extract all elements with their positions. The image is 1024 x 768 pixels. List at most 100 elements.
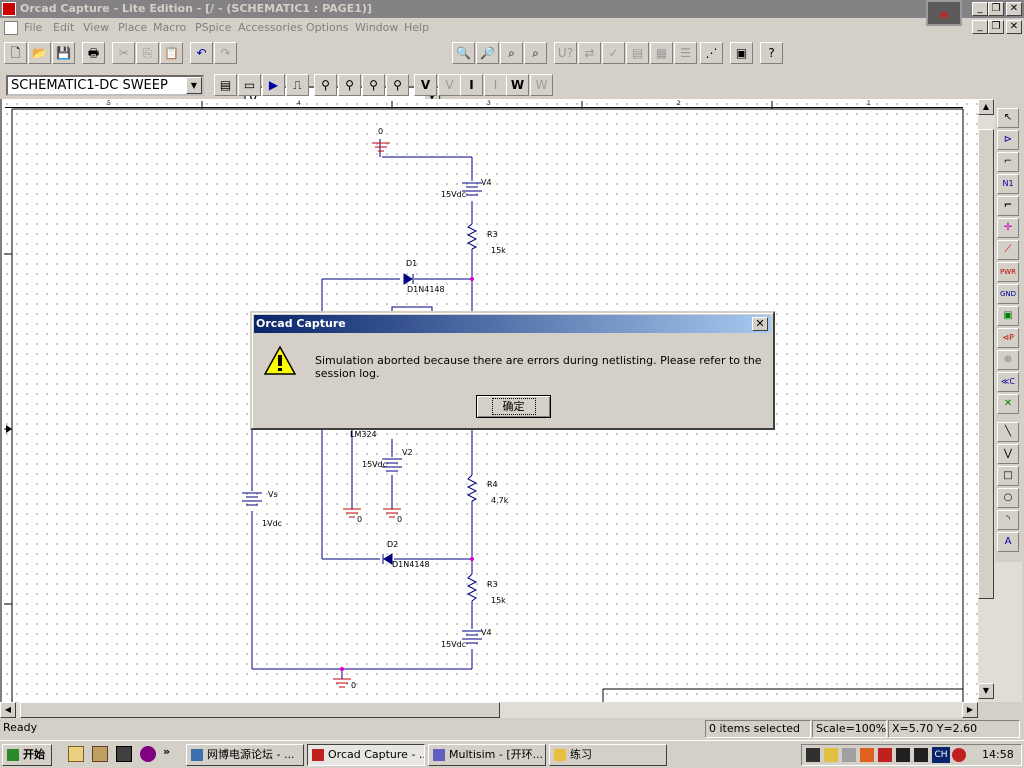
part-value-label[interactable]: 1Vdc: [262, 519, 282, 528]
place-wire-icon[interactable]: ⌐: [997, 152, 1019, 172]
save-icon[interactable]: 💾: [52, 42, 75, 64]
view-results-icon[interactable]: ⎍: [286, 74, 309, 96]
part-ref-label[interactable]: V2: [402, 448, 413, 457]
part-value-label[interactable]: 15Vdc: [362, 460, 387, 469]
place-part-icon[interactable]: ⊳: [997, 130, 1019, 150]
new-profile-icon[interactable]: ▤: [214, 74, 237, 96]
menu-pspice[interactable]: PSpice: [195, 21, 231, 34]
zoom-area-icon[interactable]: ⌕: [500, 42, 523, 64]
part-value-label[interactable]: D1N4148: [407, 285, 445, 294]
place-bus-icon[interactable]: ⌐: [997, 196, 1019, 216]
ground-icon[interactable]: GND: [997, 284, 1019, 304]
app-icon[interactable]: [2, 2, 16, 16]
off-page-connector-icon[interactable]: ≪C: [997, 372, 1019, 392]
junction-icon[interactable]: ✛: [997, 218, 1019, 238]
drc-icon[interactable]: ✓: [602, 42, 625, 64]
taskbar-item[interactable]: 练习: [549, 744, 667, 766]
doc-restore-button[interactable]: ❐: [988, 20, 1004, 34]
vertical-scrollbar[interactable]: ▲ ▼: [978, 99, 995, 702]
zoom-in-icon[interactable]: 🔍: [452, 42, 475, 64]
new-icon[interactable]: 🗋: [4, 42, 27, 64]
marker-power-icon[interactable]: ⚲: [386, 74, 409, 96]
horizontal-scrollbar[interactable]: ◀ ▶: [0, 702, 978, 718]
part-ref-label[interactable]: R4: [487, 480, 498, 489]
marker-current-icon[interactable]: ⚲: [362, 74, 385, 96]
doc-minimize-button[interactable]: _: [972, 20, 988, 34]
undo-icon[interactable]: ↶: [190, 42, 213, 64]
document-icon[interactable]: [4, 21, 18, 35]
quicklaunch-icon[interactable]: [92, 746, 108, 762]
annotate-icon[interactable]: U?: [554, 42, 577, 64]
part-ref-label[interactable]: D1: [406, 259, 417, 268]
part-value-label[interactable]: D1N4148: [392, 560, 430, 569]
tray-icon[interactable]: [952, 748, 966, 762]
part-ref-label[interactable]: V4: [481, 178, 492, 187]
show-desktop-icon[interactable]: [68, 746, 84, 762]
quicklaunch-icon[interactable]: [140, 746, 156, 762]
polyline-icon[interactable]: ⋁: [997, 444, 1019, 464]
redo-icon[interactable]: ↷: [214, 42, 237, 64]
scroll-down-icon[interactable]: ▼: [978, 683, 994, 699]
quicklaunch-icon[interactable]: [116, 746, 132, 762]
print-icon[interactable]: 🖶: [82, 42, 105, 64]
hierarchical-pin-icon[interactable]: ⊕: [997, 350, 1019, 370]
ellipse-icon[interactable]: ○: [997, 488, 1019, 508]
power-display-icon[interactable]: W: [530, 74, 553, 96]
scroll-up-icon[interactable]: ▲: [978, 99, 994, 115]
doc-close-button[interactable]: ✕: [1006, 20, 1022, 34]
part-value-label[interactable]: 15Vdc: [441, 640, 466, 649]
scroll-left-icon[interactable]: ◀: [0, 702, 16, 718]
menu-window[interactable]: Window: [355, 21, 398, 34]
part-value-label[interactable]: 15k: [491, 596, 506, 605]
line-icon[interactable]: ╲: [997, 422, 1019, 442]
ok-button[interactable]: 确定: [476, 395, 551, 418]
rectangle-icon[interactable]: □: [997, 466, 1019, 486]
menu-edit[interactable]: Edit: [53, 21, 74, 34]
close-button[interactable]: ✕: [1006, 2, 1022, 16]
bus-entry-icon[interactable]: ⟋: [997, 240, 1019, 260]
cut-icon[interactable]: ✂: [112, 42, 135, 64]
tray-icon[interactable]: [806, 748, 820, 762]
text-icon[interactable]: A: [997, 532, 1019, 552]
menu-accessories[interactable]: Accessories: [238, 21, 302, 34]
part-ref-label[interactable]: V4: [481, 628, 492, 637]
language-indicator[interactable]: CH: [932, 747, 950, 763]
project-manager-icon[interactable]: ▣: [730, 42, 753, 64]
bias-power-icon[interactable]: W: [506, 74, 529, 96]
select-arrow-icon[interactable]: ↖: [997, 108, 1019, 128]
help-icon[interactable]: ?: [760, 42, 783, 64]
copy-icon[interactable]: ⎘: [136, 42, 159, 64]
open-icon[interactable]: 📂: [28, 42, 51, 64]
part-value-label[interactable]: 15Vdc: [441, 190, 466, 199]
zoom-out-icon[interactable]: 🔎: [476, 42, 499, 64]
part-value-label[interactable]: 15k: [491, 246, 506, 255]
tray-icon[interactable]: [896, 748, 910, 762]
hierarchical-block-icon[interactable]: ▣: [997, 306, 1019, 326]
restore-button[interactable]: ❐: [988, 2, 1004, 16]
tray-icon[interactable]: [878, 748, 892, 762]
marker-voltage-level-icon[interactable]: ⚲: [314, 74, 337, 96]
netlist-icon[interactable]: ▤: [626, 42, 649, 64]
scroll-right-icon[interactable]: ▶: [962, 702, 978, 718]
tray-icon[interactable]: [860, 748, 874, 762]
net-alias-icon[interactable]: N1: [997, 174, 1019, 194]
tray-icon[interactable]: [842, 748, 856, 762]
menu-file[interactable]: File: [24, 21, 42, 34]
part-ref-label[interactable]: Vs: [268, 490, 278, 499]
chevron-down-icon[interactable]: ▼: [186, 77, 202, 94]
dialog-close-button[interactable]: ✕: [752, 317, 768, 331]
minimize-button[interactable]: _: [972, 2, 988, 16]
paste-icon[interactable]: 📋: [160, 42, 183, 64]
bias-current-icon[interactable]: I: [460, 74, 483, 96]
back-annotate-icon[interactable]: ⇄: [578, 42, 601, 64]
dialog-title-bar[interactable]: Orcad Capture ✕: [254, 315, 771, 333]
run-icon[interactable]: ▶: [262, 74, 285, 96]
part-ref-label[interactable]: R3: [487, 230, 498, 239]
voltage-display-icon[interactable]: V: [438, 74, 461, 96]
current-display-icon[interactable]: I: [484, 74, 507, 96]
bom-icon[interactable]: ☰: [674, 42, 697, 64]
part-value-label[interactable]: 4.7k: [491, 496, 508, 505]
part-ref-label[interactable]: R3: [487, 580, 498, 589]
cross-ref-icon[interactable]: ▦: [650, 42, 673, 64]
taskbar-item[interactable]: 网博电源论坛 - ...: [186, 744, 304, 766]
